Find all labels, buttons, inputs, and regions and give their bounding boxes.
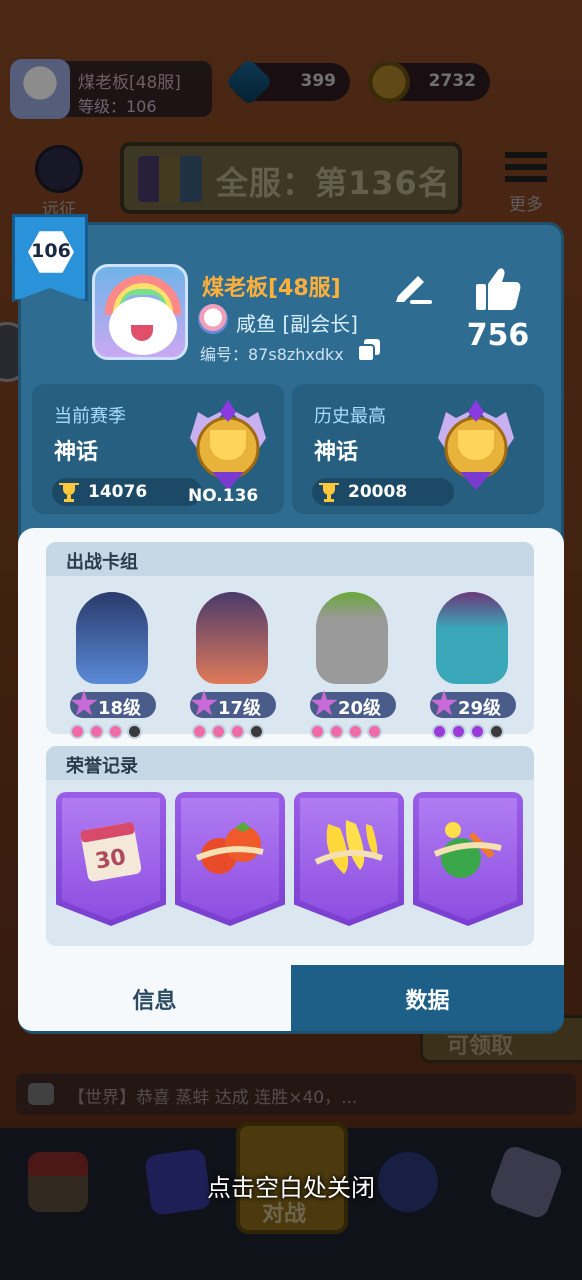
star-icon [70,690,98,716]
hero-level-tag: 17级 [190,690,276,719]
battle-deck-title: 出战卡组 [46,542,534,576]
trophy-icon [59,483,79,502]
clan-name[interactable]: 咸鱼 [副会长] [236,308,358,337]
trophy-icon [319,483,339,502]
hero-level-tag: 29级 [430,690,516,719]
hero-star-dots [432,724,516,739]
hero-frankenstein-icon [436,592,508,684]
honor-medal[interactable] [413,792,523,926]
mythic-rank-badge-icon [438,400,514,490]
hero-card[interactable]: 29级 [416,588,528,724]
hero-level: 17级 [218,698,262,719]
hero-level-tag: 20级 [310,690,396,719]
player-id: 编号：87s8zhxdkx [200,345,344,364]
hero-star-dots [192,724,276,739]
level-hex-icon: 106 [28,231,74,273]
hero-card[interactable]: 17级 [176,588,288,724]
tab-data[interactable]: 数据 [291,965,564,1031]
profile-avatar[interactable] [92,264,188,360]
best-season-tier: 神话 [314,440,359,465]
banana-icon [314,820,384,874]
hero-level: 20级 [338,698,382,719]
best-season-card: 历史最高 神话 20008 [292,384,544,514]
like-count: 756 [466,318,530,353]
tab-info[interactable]: 信息 [18,965,291,1031]
calendar-icon: 30 [80,822,142,882]
best-trophies: 20008 [348,482,408,502]
current-season-card: 当前赛季 神话 14076 NO.136 [32,384,284,514]
hero-ninja-icon [76,592,148,684]
profile-name: 煤老板[48服] [202,276,341,301]
hero-card[interactable]: 18级 [56,588,168,724]
battle-deck-section: 出战卡组 18级 17级 20级 29级 [46,542,534,739]
hero-golem-icon [316,592,388,684]
profile-tabs: 信息 数据 [18,965,564,1031]
level-value: 106 [31,240,71,262]
hero-star-dots [70,724,154,739]
calendar-number: 30 [93,845,128,875]
hero-level: 29级 [458,698,502,719]
current-rank: NO.136 [188,486,259,506]
star-icon [430,690,458,716]
edit-icon[interactable] [392,268,432,304]
hero-card[interactable]: 20级 [296,588,408,724]
honor-record-title: 荣誉记录 [46,746,534,780]
close-hint[interactable]: 点击空白处关闭 [0,1168,582,1203]
thumbs-up-icon[interactable] [474,266,522,312]
content-panel: 出战卡组 18级 17级 20级 29级 荣誉记录 30 [18,528,564,965]
current-trophies: 14076 [88,482,148,502]
mythic-rank-badge-icon [190,400,266,490]
star-icon [190,690,218,716]
hero-level-tag: 18级 [70,690,156,719]
honor-medal[interactable] [294,792,404,926]
current-season-label: 当前赛季 [54,406,126,427]
copy-icon[interactable] [356,337,382,363]
vegetable-icon [433,822,502,878]
tomato-icon [195,822,264,874]
honor-medal[interactable] [175,792,285,926]
best-season-label: 历史最高 [314,406,386,427]
honor-record-section: 荣誉记录 30 [46,746,534,946]
hero-star-dots [310,724,394,739]
hero-bomber-icon [196,592,268,684]
clan-avatar-icon [198,304,228,334]
star-icon [310,690,338,716]
honor-medal[interactable]: 30 [56,792,166,926]
hero-level: 18级 [98,698,142,719]
current-season-tier: 神话 [54,440,99,465]
